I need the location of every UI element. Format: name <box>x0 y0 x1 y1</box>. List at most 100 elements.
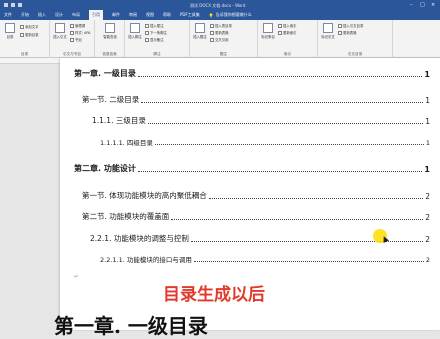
mark-citation-button[interactable]: 标记引文 <box>320 23 336 39</box>
tab-view[interactable]: 视图 <box>146 12 154 18</box>
toc-entry[interactable]: 第一节. 二级目录 1 <box>82 94 430 105</box>
toc-leader <box>137 171 423 172</box>
bibliography-button[interactable]: 书目 <box>70 37 82 42</box>
tell-me-box[interactable]: 💡 告诉我你想要做什么 <box>209 12 252 18</box>
toc-entry[interactable]: 第一节. 体现功能模块的高内聚低耦合 2 <box>82 190 430 201</box>
insert-footnote-button[interactable]: 插入脚注 <box>127 23 143 39</box>
toc-entry-page: 2 <box>425 235 430 244</box>
lightbulb-icon: 💡 <box>208 12 214 18</box>
endnote-icon <box>145 23 149 28</box>
insert-table-of-figures-button[interactable]: 插入表目录 <box>210 23 232 28</box>
search-icon <box>105 23 115 33</box>
tab-insert[interactable]: 插入 <box>38 12 46 18</box>
toc-leader <box>193 261 424 262</box>
toc-leader <box>154 144 424 145</box>
update-toc-label: 更新目录 <box>25 33 39 37</box>
toc-entry[interactable]: 1.1.1. 三级目录 1 <box>92 115 430 126</box>
insert-footnote-label: 插入脚注 <box>128 35 142 39</box>
maximize-icon[interactable]: □ <box>420 2 425 8</box>
citation-group-label: 引文与书目 <box>63 52 81 56</box>
ribbon-tabs: 文件 开始 插入 设计 布局 引用 邮件 审阅 视图 帮助 PDF工具集 💡 告… <box>0 10 440 20</box>
toc-entry[interactable]: 第二章. 功能设计 1 <box>74 163 430 174</box>
toc-entry-text: 第一章. 一级目录 <box>74 69 136 78</box>
tab-review[interactable]: 审阅 <box>129 12 137 18</box>
add-text-button[interactable]: 添加文字 <box>20 24 39 29</box>
insert-caption-label: 插入题注 <box>193 35 207 39</box>
insert-authorities-button[interactable]: 插入引文目录 <box>338 23 363 28</box>
manage-sources-button[interactable]: 管理源 <box>70 23 85 28</box>
insert-index-icon <box>278 23 282 28</box>
tab-mailings[interactable]: 邮件 <box>112 12 120 18</box>
update-index-icon <box>278 30 282 35</box>
mark-entry-label: 标记条目 <box>261 35 275 39</box>
footnote-icon <box>130 23 140 33</box>
update-authorities-label: 更新表格 <box>343 31 357 35</box>
toc-entry-text: 1.1.1.1. 四级目录 <box>100 139 153 147</box>
index-group-label: 索引 <box>283 52 292 56</box>
ribbon: 目录 添加文字 更新目录 目录 插入引文 管理源 样式: APA 书目 引文与书… <box>0 20 440 58</box>
cross-reference-button[interactable]: 交叉引用 <box>210 37 229 42</box>
footnote-group-label: 脚注 <box>153 52 161 56</box>
style-dropdown[interactable]: 样式: APA <box>70 30 90 35</box>
cross-reference-label: 交叉引用 <box>215 38 229 42</box>
minimize-icon[interactable]: – <box>410 2 413 8</box>
toc-entry[interactable]: 第一章. 一级目录 1 <box>74 68 430 79</box>
footnote-group: 插入脚注 插入尾注 下一条脚注 显示备注 脚注 <box>125 20 190 58</box>
toc-leader <box>190 241 424 242</box>
close-icon[interactable]: × <box>431 2 435 8</box>
toc-entry-page: 1 <box>425 117 430 126</box>
style-label: 样式: APA <box>75 31 91 35</box>
undo-icon[interactable] <box>11 3 15 7</box>
bibliography-label: 书目 <box>75 38 82 42</box>
mark-citation-label: 标记引文 <box>321 35 335 39</box>
toc-entry[interactable]: 第二节. 功能模块的覆盖面 2 <box>82 211 430 222</box>
citation-icon <box>55 23 65 33</box>
tab-layout[interactable]: 布局 <box>72 12 80 18</box>
insert-citation-button[interactable]: 插入引文 <box>52 23 68 39</box>
update-table-button[interactable]: 更新表格 <box>210 30 229 35</box>
toc-leader <box>171 219 424 220</box>
toc-entry-text: 2.2.1.1. 功能模块的接口与调用 <box>100 256 192 264</box>
mark-entry-button[interactable]: 标记条目 <box>260 23 276 39</box>
redo-icon[interactable] <box>18 3 22 7</box>
insert-endnote-label: 插入尾注 <box>150 24 164 28</box>
next-footnote-button[interactable]: 下一条脚注 <box>145 30 167 35</box>
tab-help[interactable]: 帮助 <box>163 12 171 18</box>
paragraph-mark: ↵ <box>74 274 79 280</box>
tab-references[interactable]: 引用 <box>89 10 103 20</box>
update-index-button[interactable]: 更新索引 <box>278 30 297 35</box>
toc-entry[interactable]: 1.1.1.1. 四级目录 1 <box>100 137 430 147</box>
update-toc-button[interactable]: 更新目录 <box>20 32 39 37</box>
show-notes-button[interactable]: 显示备注 <box>145 37 164 42</box>
title-bar: 测试 DOCX 文档.docx - Word – □ × <box>0 0 440 10</box>
insert-caption-button[interactable]: 插入题注 <box>192 23 208 39</box>
update-index-label: 更新索引 <box>283 31 297 35</box>
mark-citation-icon <box>323 23 333 33</box>
tab-pdf-tools[interactable]: PDF工具集 <box>180 12 200 18</box>
update-authorities-button[interactable]: 更新表格 <box>338 30 357 35</box>
cross-reference-icon <box>210 37 214 42</box>
toc-button[interactable]: 目录 <box>2 23 18 39</box>
toc-leader <box>147 123 424 124</box>
toc-entry-page: 1 <box>424 165 430 174</box>
citation-group: 插入引文 管理源 样式: APA 书目 引文与书目 <box>50 20 95 58</box>
document-page[interactable]: 第一章. 一级目录 1 第一节. 二级目录 1 1.1.1. 三级目录 1 1.1.1… <box>54 58 440 338</box>
insert-index-button[interactable]: 插入索引 <box>278 23 297 28</box>
toc-entry-text: 第二章. 功能设计 <box>74 164 136 173</box>
tab-file[interactable]: 文件 <box>4 12 12 18</box>
toc-entry[interactable]: 2.2.1.1. 功能模块的接口与调用 2 <box>100 254 430 264</box>
research-group: 智能查找 信息检索 <box>95 20 125 58</box>
manage-sources-icon <box>70 23 74 28</box>
tab-design[interactable]: 设计 <box>55 12 63 18</box>
insert-endnote-button[interactable]: 插入尾注 <box>145 23 164 28</box>
insert-authorities-icon <box>338 23 342 28</box>
tab-home[interactable]: 开始 <box>21 12 29 18</box>
insert-index-label: 插入索引 <box>283 24 297 28</box>
toc-entry-text: 第一节. 二级目录 <box>82 95 140 104</box>
save-icon[interactable] <box>4 3 8 7</box>
update-table-icon <box>210 30 214 35</box>
smart-lookup-button[interactable]: 智能查找 <box>102 23 118 39</box>
toc-leader <box>137 76 423 77</box>
toc-leader <box>208 198 424 199</box>
show-notes-label: 显示备注 <box>150 38 164 42</box>
